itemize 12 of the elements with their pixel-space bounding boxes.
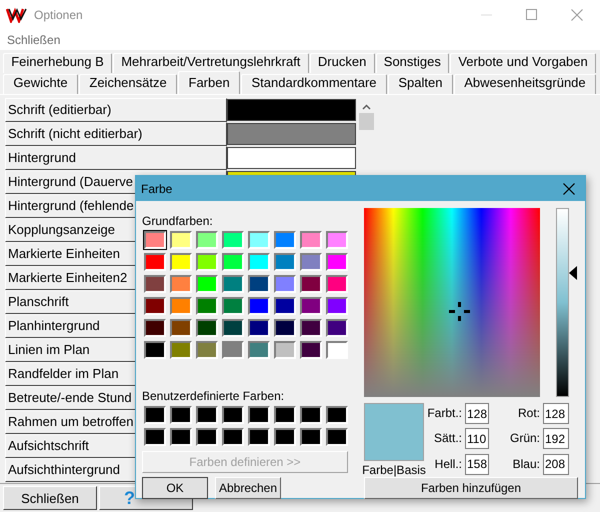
field-label: Rot: — [516, 405, 540, 422]
preview-label: Farbe|Basis — [362, 463, 426, 477]
field-label: Grün: — [508, 430, 540, 448]
field-label: Hell.: — [434, 456, 462, 473]
field-label: Sätt.: — [432, 430, 462, 448]
field-label: Blau: — [512, 456, 540, 473]
color-label: Schrift (editierbar) — [5, 98, 227, 122]
window-title: Optionen — [34, 8, 83, 22]
field-label: Farbt.: — [426, 405, 462, 422]
color-label: Schrift (nicht editierbar) — [5, 122, 227, 146]
dialog-title: Farbe — [141, 182, 172, 196]
color-label: Hintergrund — [5, 146, 227, 170]
